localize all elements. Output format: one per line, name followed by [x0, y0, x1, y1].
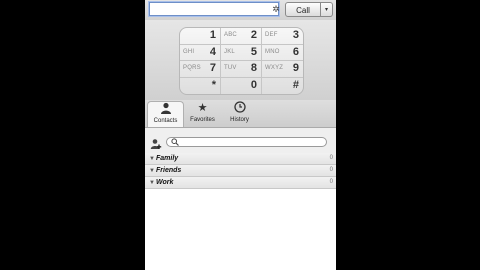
disclosure-arrow-icon[interactable]: ▼ [149, 166, 155, 176]
key-digit: 7 [209, 62, 216, 74]
tab-contacts[interactable]: Contacts [147, 101, 184, 127]
key-digit: 4 [209, 45, 216, 58]
key-4[interactable]: GHI 4 [180, 44, 221, 61]
group-row-family[interactable]: ▼ Family 0 [145, 153, 336, 165]
dialpad-area: 1 ABC 2 DEF 3 GHI 4 JKL 5 MNO 6 PQRS 7 T… [145, 20, 336, 100]
softphone-window: ✲ Call ▾ 1 ABC 2 DEF 3 GHI 4 JKL 5 MNO 6… [145, 0, 336, 270]
call-options-dropdown[interactable]: ▾ [321, 2, 333, 17]
key-letters: TUV [224, 65, 237, 71]
person-icon [148, 102, 183, 117]
search-icon [171, 138, 179, 149]
key-digit: 9 [292, 62, 299, 74]
disclosure-arrow-icon[interactable]: ▼ [149, 154, 155, 164]
group-row-work[interactable]: ▼ Work 0 [145, 177, 336, 189]
group-name: Friends [156, 167, 182, 174]
key-digit: 3 [292, 29, 299, 41]
group-name: Family [156, 155, 179, 162]
group-count: 0 [329, 155, 333, 161]
key-0[interactable]: 0 [221, 77, 262, 94]
keypad: 1 ABC 2 DEF 3 GHI 4 JKL 5 MNO 6 PQRS 7 T… [179, 27, 304, 95]
key-6[interactable]: MNO 6 [262, 45, 303, 61]
key-1[interactable]: 1 [180, 28, 221, 45]
tab-label: Favorites [190, 117, 215, 123]
contacts-search-input[interactable] [166, 137, 327, 147]
key-digit: 1 [209, 29, 216, 41]
contacts-search-row [145, 128, 336, 153]
key-digit: 5 [250, 45, 257, 58]
clock-icon [221, 101, 258, 116]
tab-label: History [230, 117, 249, 123]
star-icon: ★ [197, 102, 208, 114]
disclosure-arrow-icon[interactable]: ▼ [149, 178, 155, 188]
key-letters: JKL [224, 48, 235, 55]
key-digit: 6 [292, 45, 299, 58]
group-name: Work [156, 179, 174, 186]
key-9[interactable]: WXYZ 9 [262, 61, 303, 78]
tab-label: Contacts [153, 118, 178, 124]
key-hash[interactable]: # [262, 78, 303, 95]
key-5[interactable]: JKL 5 [221, 44, 262, 61]
key-digit: 0 [250, 78, 257, 91]
key-letters: ABC [224, 32, 237, 38]
key-letters: DEF [265, 32, 278, 38]
key-7[interactable]: PQRS 7 [180, 61, 221, 78]
key-3[interactable]: DEF 3 [262, 28, 303, 45]
group-row-friends[interactable]: ▼ Friends 0 [145, 165, 336, 177]
key-digit: # [292, 78, 299, 91]
tab-history[interactable]: History [221, 101, 258, 127]
key-8[interactable]: TUV 8 [221, 61, 262, 78]
key-digit: * [211, 78, 216, 91]
key-digit: 8 [250, 62, 257, 74]
group-count: 0 [329, 179, 333, 185]
key-letters: GHI [183, 48, 195, 55]
tab-favorites[interactable]: ★ Favorites [184, 101, 221, 127]
tab-bar: Contacts ★ Favorites History [145, 100, 336, 128]
key-letters: MNO [265, 48, 280, 55]
call-button[interactable]: Call [285, 2, 321, 17]
key-letters: WXYZ [265, 65, 284, 71]
key-digit: 2 [250, 29, 257, 41]
add-contact-icon[interactable] [150, 137, 162, 149]
dial-number-input[interactable] [149, 2, 279, 16]
group-count: 0 [329, 167, 333, 173]
key-2[interactable]: ABC 2 [221, 28, 262, 45]
key-star[interactable]: * [180, 77, 221, 94]
key-letters: PQRS [183, 65, 201, 71]
settings-icon[interactable]: ✲ [271, 3, 281, 15]
dial-toolbar: ✲ Call ▾ [145, 0, 336, 20]
contact-groups-list: ▼ Family 0 ▼ Friends 0 ▼ Work 0 [145, 153, 336, 270]
